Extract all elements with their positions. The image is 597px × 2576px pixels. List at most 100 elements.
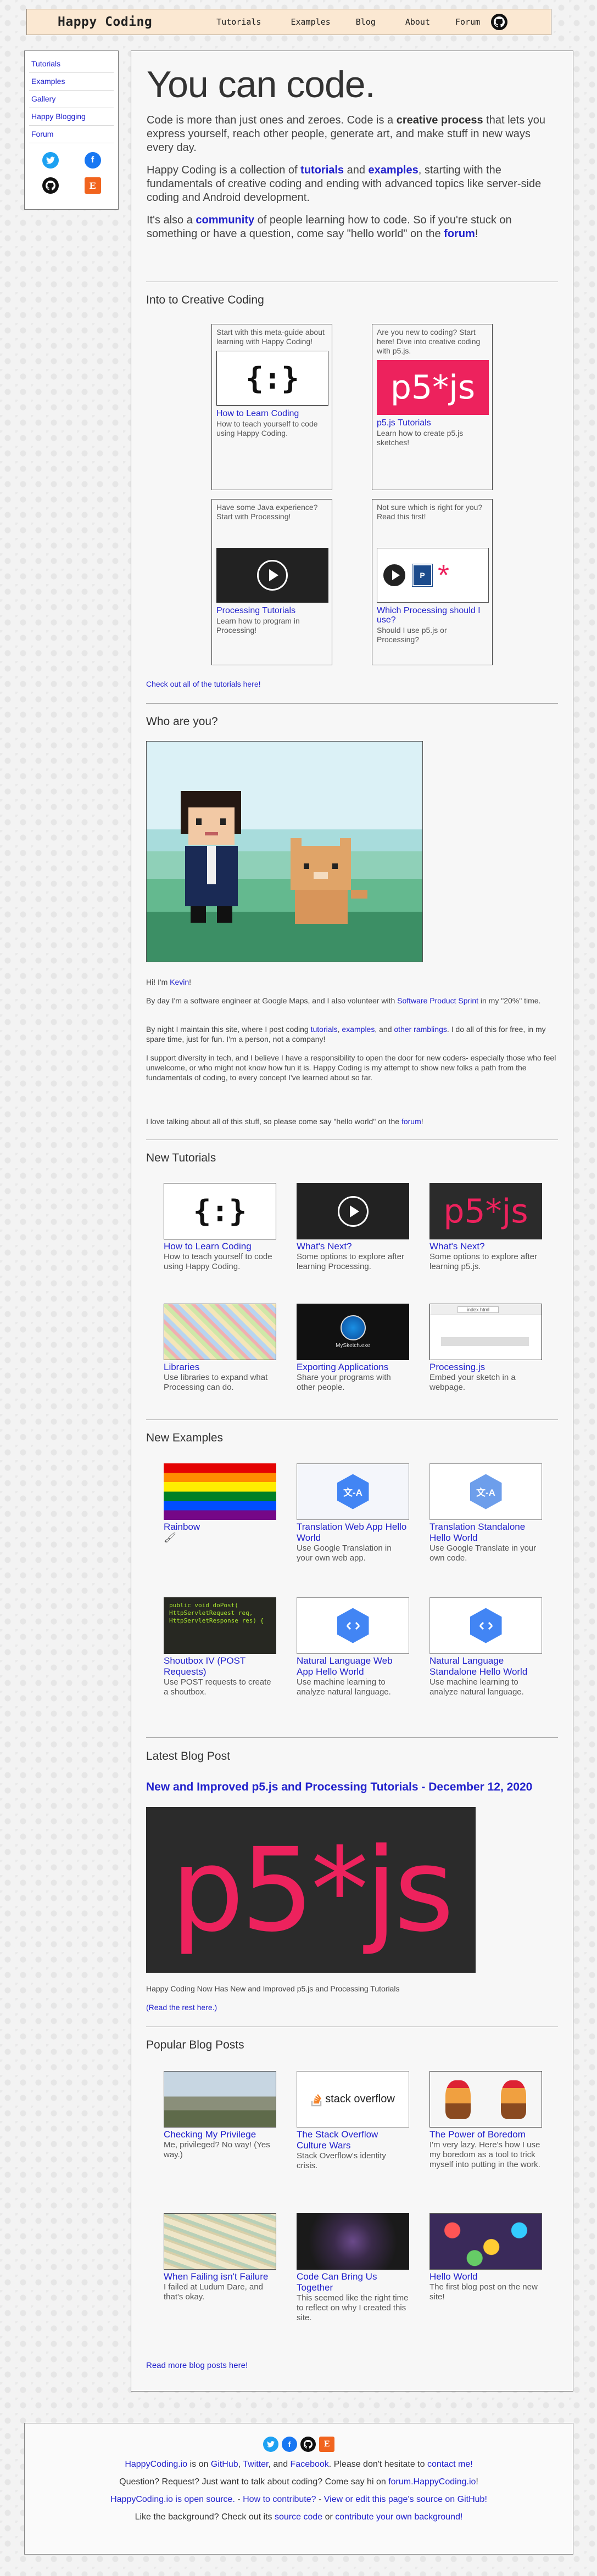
nav-about[interactable]: About [405, 17, 430, 27]
intro-card-title[interactable]: How to Learn Coding [216, 409, 327, 418]
blog-card[interactable]: When Failing isn't Failure I failed at L… [164, 2213, 276, 2302]
example-card[interactable]: Rainbow 🖌 [164, 1463, 276, 1542]
kevin-link[interactable]: Kevin [170, 978, 189, 986]
community-link[interactable]: community [196, 214, 254, 226]
how-to-contribute-link[interactable]: How to contribute? [243, 2495, 316, 2504]
facebook-icon[interactable]: f [282, 2437, 297, 2452]
footer-line-4: Like the background? Check out its sourc… [135, 2512, 463, 2522]
sidebar-item-examples[interactable]: Examples [29, 73, 114, 91]
happycoding-link[interactable]: HappyCoding.io [125, 2460, 187, 2469]
p5-asterisk-icon: * [438, 559, 450, 592]
example-card[interactable]: public void doPost( HttpServletRequest r… [164, 1597, 276, 1697]
play-icon[interactable] [382, 563, 407, 588]
footer-line-1: HappyCoding.io is on GitHub, Twitter, an… [125, 2460, 473, 2469]
video-thumbnail [297, 1183, 409, 1239]
intro-paragraph-2: Happy Coding is a collection of tutorial… [147, 164, 542, 204]
example-card[interactable]: Natural Language Web App Hello World Use… [297, 1597, 409, 1697]
play-icon[interactable] [257, 560, 288, 591]
app-icon [340, 1315, 366, 1340]
github-icon[interactable] [300, 2437, 316, 2452]
example-card[interactable]: 文-A Translation Standalone Hello World U… [429, 1463, 542, 1563]
tutorial-card[interactable]: What's Next? Some options to explore aft… [297, 1183, 409, 1272]
page-title: You can code. [147, 64, 376, 105]
example-card[interactable]: Natural Language Standalone Hello World … [429, 1597, 542, 1697]
tutorial-card[interactable]: Libraries Use libraries to expand what P… [164, 1304, 276, 1393]
intro-card-title[interactable]: Processing Tutorials [216, 606, 327, 615]
intro-card-title[interactable]: Which Processing should I use? [377, 606, 488, 625]
tutorial-card[interactable]: index.html Processing.js Embed your sket… [429, 1304, 542, 1393]
contribute-background-link[interactable]: contribute your own background! [335, 2512, 462, 2522]
blog-card[interactable]: Checking My Privilege Me, privileged? No… [164, 2071, 276, 2160]
check-all-tutorials-link[interactable]: Check out all of the tutorials here! [146, 680, 261, 688]
examples-link[interactable]: examples [369, 164, 419, 176]
example-card[interactable]: 文-A Translation Web App Hello World Use … [297, 1463, 409, 1563]
natural-language-logo-image [429, 1597, 542, 1654]
view-source-link[interactable]: View or edit this page's source on GitHu… [324, 2495, 487, 2504]
tutorial-card[interactable]: {:} How to Learn Coding How to teach you… [164, 1183, 276, 1272]
sidebar-item-forum[interactable]: Forum [29, 126, 114, 143]
stack-overflow-icon [311, 2094, 322, 2106]
intro-card-p5[interactable]: Are you new to coding? Start here! Dive … [372, 324, 493, 490]
etsy-icon[interactable]: E [84, 177, 101, 194]
nav-tutorials[interactable]: Tutorials [216, 17, 261, 27]
p5js-banner-image[interactable]: p5*js [146, 1807, 476, 1973]
bio-paragraph-1: By day I'm a software engineer at Google… [146, 996, 541, 1005]
divider [146, 1737, 558, 1738]
blog-card[interactable]: Code Can Bring Us Together This seemed l… [297, 2213, 409, 2323]
site-title[interactable]: Happy Coding [58, 15, 152, 29]
blog-card[interactable]: Hello World The first blog post on the n… [429, 2213, 542, 2302]
github-link[interactable]: GitHub [211, 2460, 238, 2469]
forum-link[interactable]: forum.HappyCoding.io [388, 2477, 476, 2487]
hello-world-art-image [429, 2213, 542, 2270]
intro-card-processing[interactable]: Have some Java experience? Start with Pr… [211, 499, 332, 665]
twitter-icon[interactable] [42, 152, 59, 169]
blog-caption: Happy Coding Now Has New and Improved p5… [146, 1984, 400, 1993]
nav-blog[interactable]: Blog [356, 17, 376, 27]
open-source-link[interactable]: HappyCoding.io is open source. [110, 2495, 235, 2504]
tutorial-card[interactable]: MySketch.exe Exporting Applications Shar… [297, 1304, 409, 1393]
sidebar-item-gallery[interactable]: Gallery [29, 91, 114, 108]
more-blog-posts-link[interactable]: Read more blog posts here! [146, 2361, 248, 2370]
blog-card[interactable]: stack overflow The Stack Overflow Cultur… [297, 2071, 409, 2171]
intro-card-which[interactable]: Not sure which is right for you? Read th… [372, 499, 493, 665]
video-thumbnail: P * [377, 548, 489, 603]
intro-card-learn[interactable]: Start with this meta-guide about learnin… [211, 324, 332, 490]
twitter-link[interactable]: Twitter [243, 2460, 268, 2469]
bio-paragraph-3: I support diversity in tech, and I belie… [146, 1053, 556, 1082]
github-icon[interactable] [491, 14, 508, 30]
tutorials-link[interactable]: tutorials [300, 164, 344, 176]
github-icon[interactable] [42, 177, 59, 194]
section-title-who: Who are you? [146, 715, 218, 728]
privilege-photo [164, 2071, 276, 2128]
blog-card[interactable]: The Power of Boredom I'm very lazy. Here… [429, 2071, 542, 2170]
bio-paragraph-2: By night I maintain this site, where I p… [146, 1025, 546, 1043]
etsy-icon[interactable]: E [319, 2437, 334, 2452]
pixel-art-kevin-and-cat-image [146, 741, 423, 962]
read-rest-link[interactable]: (Read the rest here.) [146, 2003, 217, 2012]
facebook-link[interactable]: Facebook [291, 2460, 329, 2469]
software-product-sprint-link[interactable]: Software Product Sprint [397, 996, 478, 1005]
examples-link[interactable]: examples [342, 1025, 375, 1034]
nav-examples[interactable]: Examples [291, 17, 330, 27]
play-icon[interactable] [337, 1196, 369, 1227]
translate-icon: 文-A [470, 1474, 502, 1509]
latest-blog-post-link[interactable]: New and Improved p5.js and Processing Tu… [146, 1781, 532, 1794]
tutorial-card[interactable]: p5*js What's Next? Some options to explo… [429, 1183, 542, 1272]
facebook-icon[interactable]: f [84, 152, 101, 169]
background-source-link[interactable]: source code [275, 2512, 322, 2522]
p5js-logo-image: p5*js [429, 1183, 542, 1239]
twitter-icon[interactable] [263, 2437, 278, 2452]
site-header: Happy Coding Tutorials Examples Blog Abo… [26, 9, 551, 35]
forum-link[interactable]: forum [401, 1117, 421, 1126]
other-ramblings-link[interactable]: other ramblings [394, 1025, 447, 1034]
tutorials-link[interactable]: tutorials [311, 1025, 338, 1034]
intro-card-title[interactable]: p5.js Tutorials [377, 418, 488, 428]
sidebar-item-happy-blogging[interactable]: Happy Blogging [29, 108, 114, 126]
forum-link[interactable]: forum [444, 228, 475, 240]
nav-forum[interactable]: Forum [455, 17, 480, 27]
section-title-latest-blog: Latest Blog Post [146, 1750, 230, 1763]
contact-link[interactable]: contact me! [427, 2460, 473, 2469]
video-thumbnail [216, 548, 328, 603]
sidebar-item-tutorials[interactable]: Tutorials [29, 55, 114, 73]
network-art-image [297, 2213, 409, 2270]
